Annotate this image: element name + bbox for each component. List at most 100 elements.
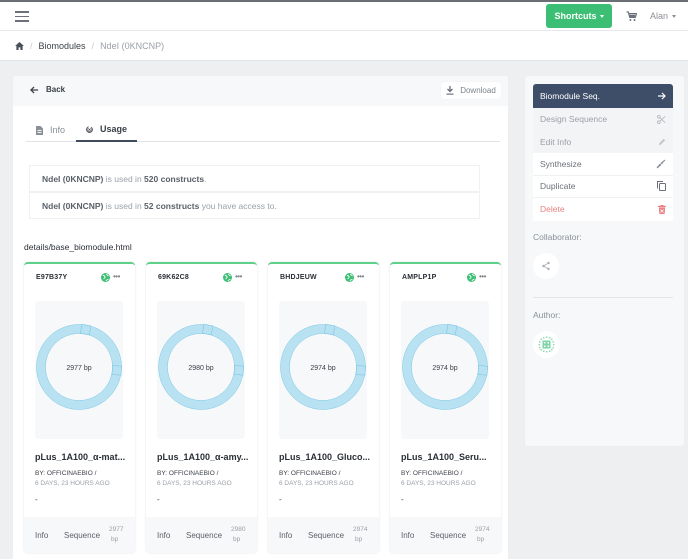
sequence-link[interactable]: Sequence — [64, 531, 100, 540]
menu-label: Biomodule Seq. — [540, 91, 601, 101]
construct-author: BY: OFFICINAEBIO / — [157, 470, 219, 477]
plasmid-map[interactable]: 2977 bp — [35, 301, 123, 439]
menu-label: Edit Info — [540, 136, 572, 147]
bp-unit: bp — [477, 536, 485, 543]
usage-accessible-row: NdeI (0KNCNP) is used in 52 constructs y… — [29, 192, 480, 219]
author-avatar[interactable] — [533, 331, 560, 358]
construct-description: - — [35, 495, 38, 504]
more-options-icon[interactable]: ••• — [235, 272, 242, 281]
construct-id: AMPLP1P — [402, 274, 437, 281]
sequence-link[interactable]: Sequence — [308, 531, 344, 540]
sidebar-panel: Biomodule Seq. Design Sequence Edit Info… — [524, 75, 685, 447]
arrow-left-icon — [30, 85, 39, 94]
plasmid-feature — [324, 324, 336, 336]
breadcrumb-separator: / — [91, 40, 95, 51]
synthesize-button[interactable]: Synthesize — [533, 153, 673, 176]
breadcrumb-current: NdeI (0KNCNP) — [100, 40, 165, 51]
main-panel: Back Download Info Usage NdeI (0KNCNP) i… — [12, 75, 509, 559]
construct-id: BHDJEUW — [280, 274, 317, 281]
construct-title[interactable]: pLus_1A100_α-mat... — [35, 452, 125, 462]
tab-info[interactable]: Info — [26, 118, 75, 142]
author-label: Author: — [533, 310, 561, 320]
trash-icon — [658, 204, 666, 214]
info-link[interactable]: Info — [35, 531, 48, 540]
construct-card[interactable]: BHDJEUW ••• 2974 bp pLus_1A100_Gluco... BY: … — [268, 262, 379, 553]
construct-card[interactable]: 69K62C8 ••• 2980 bp pLus_1A100_α-amy... BY: … — [146, 262, 257, 553]
download-label: Download — [460, 86, 496, 95]
construct-author: BY: OFFICINAEBIO / — [35, 470, 97, 477]
more-options-icon[interactable]: ••• — [113, 272, 120, 281]
cart-icon[interactable] — [626, 11, 637, 22]
breadcrumb-separator: / — [30, 40, 33, 51]
plasmid-ring: 2974 bp — [402, 324, 489, 410]
top-navbar: Shortcuts Alan — [0, 0, 688, 31]
info-link[interactable]: Info — [279, 531, 292, 540]
menu-label: Synthesize — [540, 158, 582, 169]
user-name: Alan — [650, 11, 669, 21]
plasmid-size-label: 2980 bp — [188, 365, 213, 372]
construct-title[interactable]: pLus_1A100_Seru... — [401, 452, 487, 462]
breadcrumb: / Biomodules / NdeI (0KNCNP) — [0, 31, 688, 61]
copy-icon — [657, 181, 666, 192]
duplicate-button[interactable]: Duplicate — [533, 175, 673, 198]
shortcuts-label: Shortcuts — [554, 11, 597, 21]
share-button[interactable] — [533, 253, 559, 279]
plasmid-size-label: 2974 bp — [310, 365, 335, 372]
info-link[interactable]: Info — [157, 531, 170, 540]
globe-icon — [345, 273, 354, 282]
more-options-icon[interactable]: ••• — [357, 272, 364, 281]
delete-button[interactable]: Delete — [533, 198, 673, 221]
usage-text: . — [204, 173, 207, 184]
more-options-icon[interactable]: ••• — [479, 272, 486, 281]
construct-author: BY: OFFICINAEBIO / — [401, 470, 463, 477]
sequence-link[interactable]: Sequence — [186, 531, 222, 540]
design-sequence-button[interactable]: Design Sequence — [533, 108, 673, 131]
home-icon[interactable] — [15, 41, 24, 50]
plasmid-ring: 2974 bp — [280, 324, 367, 410]
construct-description: - — [401, 495, 404, 504]
hamburger-menu-icon[interactable] — [15, 11, 29, 22]
construct-title[interactable]: pLus_1A100_α-amy... — [157, 452, 248, 462]
construct-description: - — [157, 495, 160, 504]
construct-id: E97B37Y — [36, 274, 68, 281]
construct-description: - — [279, 495, 282, 504]
back-button[interactable]: Back — [30, 85, 65, 94]
card-footer: Info Sequence 2974 bp — [390, 517, 501, 553]
construct-count: 52 constructs — [144, 200, 200, 211]
construct-author: BY: OFFICINAEBIO / — [279, 470, 341, 477]
card-footer: Info Sequence 2980 bp — [146, 517, 257, 553]
globe-icon — [101, 273, 110, 282]
bp-number: 2974 — [475, 526, 490, 533]
tab-usage-label: Usage — [99, 124, 127, 134]
plasmid-ring: 2977 bp — [36, 324, 123, 410]
identicon-icon — [538, 336, 555, 353]
construct-id: 69K62C8 — [158, 274, 189, 281]
arrow-right-icon — [657, 92, 666, 100]
bp-unit: bp — [111, 536, 119, 543]
sequence-link[interactable]: Sequence — [430, 531, 466, 540]
download-icon — [446, 86, 454, 95]
edit-info-button[interactable]: Edit Info — [533, 130, 673, 153]
download-button[interactable]: Download — [441, 82, 501, 99]
plasmid-feature — [202, 324, 214, 336]
construct-card[interactable]: AMPLP1P ••• 2974 bp pLus_1A100_Seru... BY: O… — [390, 262, 501, 553]
biomodule-seq-button[interactable]: Biomodule Seq. — [533, 84, 673, 108]
info-link[interactable]: Info — [401, 531, 414, 540]
bp-number: 2974 — [353, 526, 368, 533]
plasmid-map[interactable]: 2980 bp — [157, 301, 245, 439]
tab-usage[interactable]: Usage — [76, 118, 137, 142]
construct-title[interactable]: pLus_1A100_Gluco... — [279, 452, 370, 462]
plasmid-feature — [355, 365, 367, 376]
shortcuts-button[interactable]: Shortcuts — [546, 4, 612, 28]
plasmid-map[interactable]: 2974 bp — [401, 301, 489, 439]
plasmid-feature — [80, 324, 92, 336]
plasmid-map[interactable]: 2974 bp — [279, 301, 367, 439]
bp-length: 2977 bp — [109, 525, 123, 545]
construct-card[interactable]: E97B37Y ••• 2977 bp pLus_1A100_α-mat... BY: … — [24, 262, 135, 553]
share-icon — [542, 261, 550, 271]
tab-bar: Info Usage — [26, 118, 500, 142]
breadcrumb-biomodules[interactable]: Biomodules — [39, 41, 86, 51]
usage-text: is used in — [103, 200, 145, 211]
plasmid-feature — [233, 365, 245, 376]
user-menu[interactable]: Alan — [650, 11, 677, 21]
